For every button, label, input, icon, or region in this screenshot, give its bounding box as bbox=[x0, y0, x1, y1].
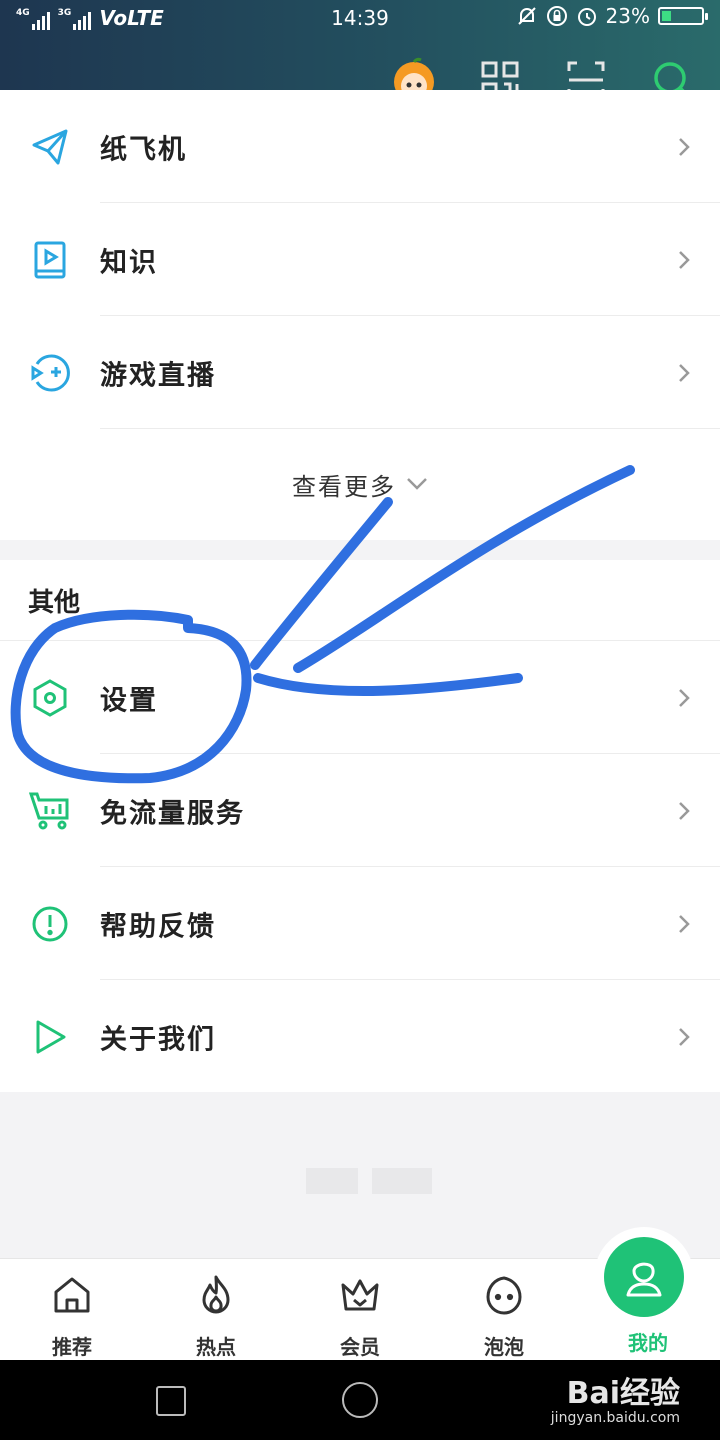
list-item-label: 设置 bbox=[100, 685, 158, 716]
system-nav-bar: Bai经验 jingyan.baidu.com bbox=[0, 1360, 720, 1440]
battery-percent: 23% bbox=[605, 4, 650, 28]
recents-button[interactable] bbox=[156, 1386, 186, 1416]
tab-hot[interactable]: 热点 bbox=[144, 1259, 288, 1361]
chevron-right-icon bbox=[679, 688, 690, 707]
chevron-right-icon bbox=[679, 914, 690, 933]
watermark-logo: Bai经验 bbox=[566, 1376, 680, 1411]
chevron-right-icon bbox=[679, 137, 690, 156]
list-item-free-data[interactable]: 免流量服务 bbox=[0, 754, 720, 867]
flame-icon bbox=[202, 1275, 230, 1314]
list-item-label: 游戏直播 bbox=[100, 360, 216, 391]
tab-label: 泡泡 bbox=[484, 1335, 524, 1359]
list-item-about-us[interactable]: 关于我们 bbox=[0, 980, 720, 1093]
list-item-paper-plane[interactable]: 纸飞机 bbox=[0, 90, 720, 203]
see-more-label: 查看更多 bbox=[292, 472, 396, 501]
chevron-down-icon bbox=[407, 478, 427, 490]
section-gap bbox=[0, 540, 720, 560]
tab-label: 热点 bbox=[196, 1335, 236, 1359]
tab-label: 推荐 bbox=[52, 1335, 92, 1359]
profile-icon bbox=[626, 1262, 662, 1297]
tab-label: 会员 bbox=[340, 1335, 380, 1359]
alarm-icon bbox=[577, 8, 596, 26]
section-header: 其他 bbox=[0, 560, 720, 641]
game-live-icon bbox=[28, 351, 72, 395]
tab-vip[interactable]: 会员 bbox=[288, 1259, 432, 1361]
other-section: 其他 设置 免流量服务 帮助反馈 关于我们 bbox=[0, 560, 720, 1093]
book-play-icon bbox=[28, 238, 72, 282]
blurred-text bbox=[306, 1168, 358, 1194]
watermark-url: jingyan.baidu.com bbox=[550, 1410, 680, 1426]
home-icon bbox=[54, 1277, 90, 1313]
footer-area bbox=[0, 1092, 720, 1258]
list-item-game-live[interactable]: 游戏直播 bbox=[0, 316, 720, 429]
play-triangle-icon bbox=[28, 1015, 72, 1059]
section-title: 其他 bbox=[28, 588, 81, 618]
tab-label-me: 我的 bbox=[628, 1331, 668, 1355]
status-icons: 23% bbox=[516, 4, 708, 28]
list-item-label: 知识 bbox=[100, 247, 158, 278]
crown-icon bbox=[341, 1279, 379, 1311]
chevron-right-icon bbox=[679, 250, 690, 269]
tab-recommend[interactable]: 推荐 bbox=[0, 1259, 144, 1361]
bubble-face-icon bbox=[486, 1276, 522, 1315]
chevron-right-icon bbox=[679, 801, 690, 820]
list-item-knowledge[interactable]: 知识 bbox=[0, 203, 720, 316]
bottom-tab-bar: 推荐 热点 会员 泡泡 我的 bbox=[0, 1237, 720, 1361]
tab-bubble[interactable]: 泡泡 bbox=[432, 1259, 576, 1361]
home-button[interactable] bbox=[342, 1382, 378, 1418]
battery-fill bbox=[662, 11, 671, 21]
feature-list: 纸飞机 知识 游戏直播 查看更多 bbox=[0, 90, 720, 539]
list-item-label: 关于我们 bbox=[100, 1024, 216, 1055]
tab-me[interactable] bbox=[604, 1237, 684, 1317]
lock-rotation-icon bbox=[546, 6, 567, 26]
list-item-label: 纸飞机 bbox=[100, 134, 187, 165]
exclamation-circle-icon bbox=[28, 902, 72, 946]
chevron-right-icon bbox=[679, 1027, 690, 1046]
paper-plane-icon bbox=[28, 125, 72, 169]
mute-bell-icon bbox=[517, 7, 536, 25]
see-more-button[interactable]: 查看更多 bbox=[0, 429, 720, 539]
list-item-settings[interactable]: 设置 bbox=[0, 641, 720, 754]
list-item-help-feedback[interactable]: 帮助反馈 bbox=[0, 867, 720, 980]
battery-icon bbox=[658, 7, 708, 25]
cart-icon bbox=[28, 789, 72, 833]
chevron-right-icon bbox=[679, 363, 690, 382]
settings-hex-icon bbox=[28, 676, 72, 720]
list-item-label: 帮助反馈 bbox=[100, 911, 216, 942]
blurred-text-2 bbox=[372, 1168, 432, 1194]
list-item-label: 免流量服务 bbox=[100, 798, 245, 829]
